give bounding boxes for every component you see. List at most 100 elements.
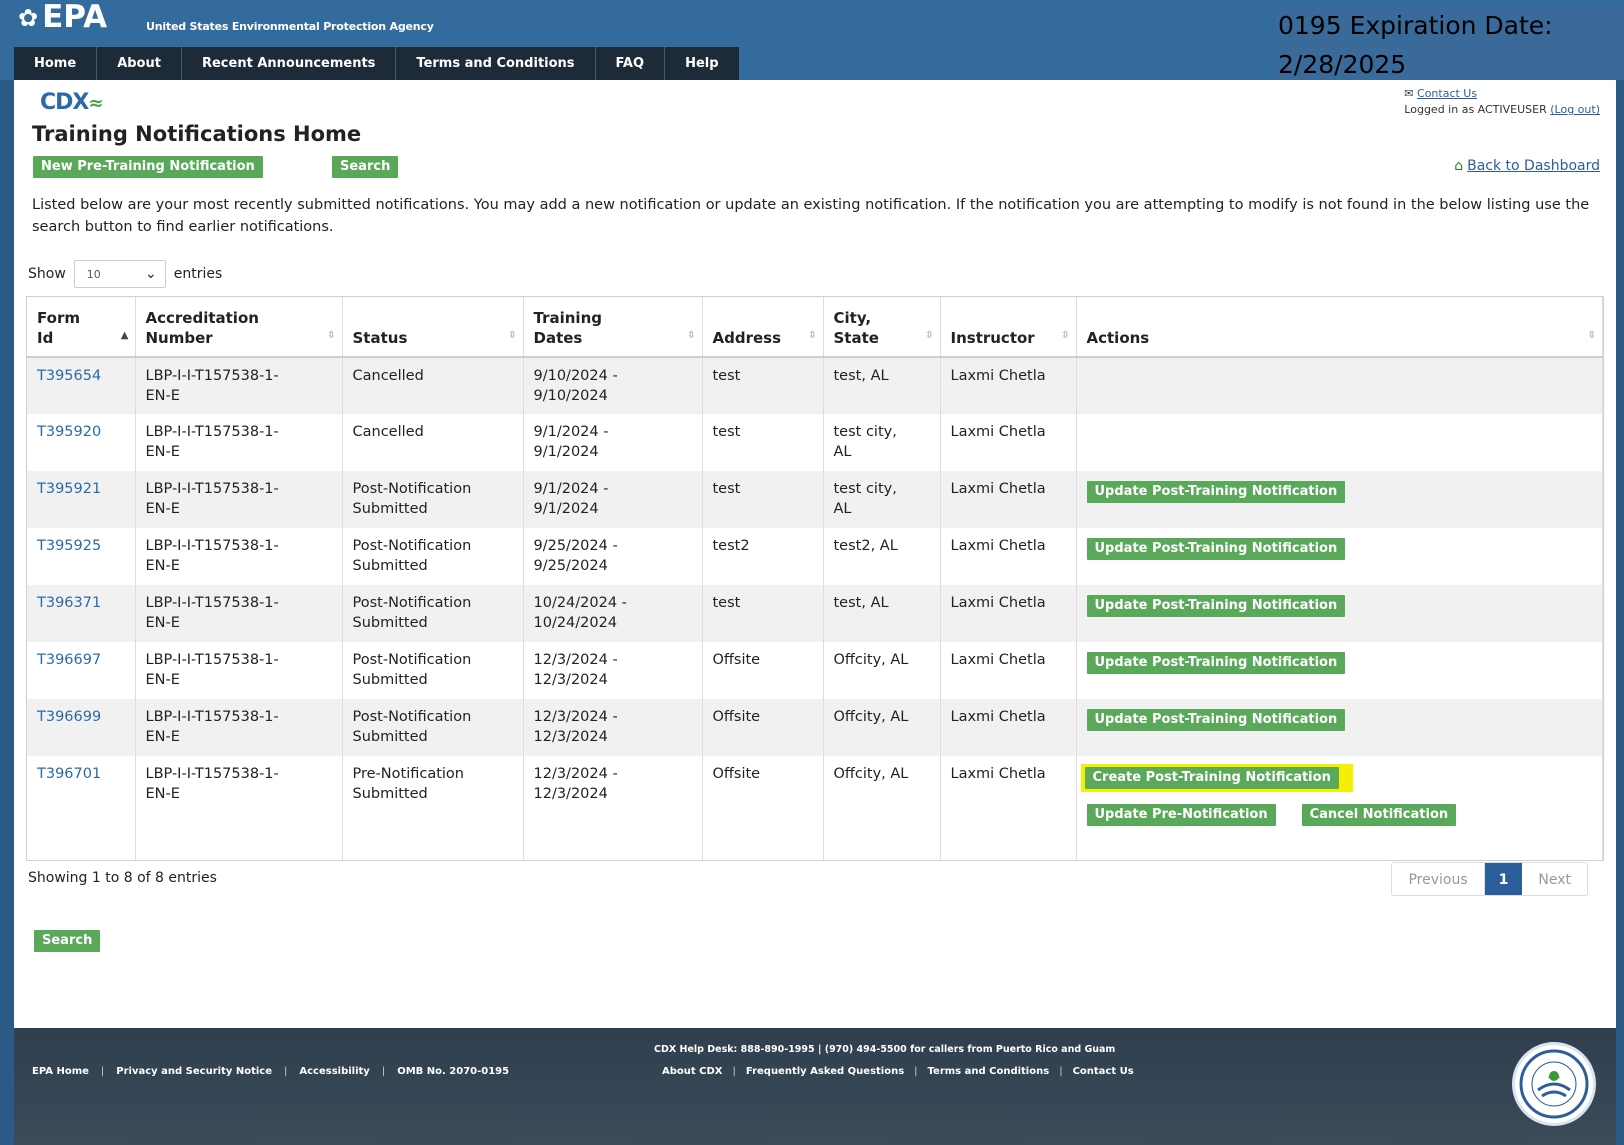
col-city-line2: State <box>833 329 879 347</box>
logout-link[interactable]: (Log out) <box>1550 103 1600 116</box>
col-actions[interactable]: Actions ⇳ <box>1076 297 1603 358</box>
footer-link-faq[interactable]: Frequently Asked Questions <box>746 1066 904 1077</box>
date-end: 12/3/2024 <box>533 786 608 802</box>
omb-expiration-overlay: 0195 Expiration Date: 2/28/2025 <box>1276 6 1624 80</box>
separator: | <box>381 1066 386 1077</box>
table-row: T395654 LBP-I-I-T157538-1- EN-E Cancelled… <box>27 357 1603 414</box>
separator: | <box>100 1066 105 1077</box>
city-state-line2: AL <box>833 501 852 517</box>
showing-entries-text: Showing 1 to 8 of 8 entries <box>28 870 217 886</box>
create-post-training-notification-button[interactable]: Create Post-Training Notification <box>1084 767 1339 789</box>
col-form-id-line2: Id <box>37 329 54 347</box>
city-state-text: test, AL <box>833 595 889 611</box>
back-to-dashboard-label: Back to Dashboard <box>1467 158 1600 174</box>
next-page-button[interactable]: Next <box>1522 863 1587 895</box>
highlight-marker: Create Post-Training Notification <box>1080 764 1353 792</box>
help-desk-text: CDX Help Desk: 888-890-1995 | (970) 494-… <box>654 1044 1116 1055</box>
form-id-link[interactable]: T396697 <box>37 652 101 668</box>
nav-recent-announcements[interactable]: Recent Announcements <box>182 47 397 80</box>
epa-seal-icon <box>1512 1042 1596 1126</box>
entries-label: entries <box>173 266 223 282</box>
footer-link-accessibility[interactable]: Accessibility <box>299 1066 369 1077</box>
footer-link-terms[interactable]: Terms and Conditions <box>928 1066 1050 1077</box>
nav-faq[interactable]: FAQ <box>596 47 666 80</box>
footer-link-epa-home[interactable]: EPA Home <box>32 1066 89 1077</box>
accreditation-line2: EN-E <box>145 558 180 574</box>
col-form-id[interactable]: Form Id ▲ <box>27 297 136 358</box>
show-label: Show <box>28 266 66 282</box>
accreditation-line2: EN-E <box>145 501 180 517</box>
footer-link-privacy[interactable]: Privacy and Security Notice <box>116 1066 272 1077</box>
address-text: test <box>712 424 741 440</box>
form-id-link[interactable]: T396701 <box>37 766 101 782</box>
main-content: CDX≈ ✉ Contact Us Logged in as ACTIVEUSE… <box>14 80 1616 1028</box>
col-form-id-line1: Form <box>37 309 80 327</box>
search-button-bottom[interactable]: Search <box>34 930 101 952</box>
epa-logo-text: EPA <box>42 0 108 35</box>
form-id-link[interactable]: T396371 <box>37 595 101 611</box>
col-instructor[interactable]: Instructor ⇳ <box>940 297 1077 358</box>
col-city-state[interactable]: City, State ⇳ <box>823 297 941 358</box>
instructor-text: Laxmi Chetla <box>950 766 1046 782</box>
city-state-text: Offcity, AL <box>833 652 909 668</box>
right-border <box>1616 0 1624 1145</box>
col-accreditation-number[interactable]: Accreditation Number ⇳ <box>135 297 343 358</box>
form-id-link[interactable]: T395654 <box>37 368 101 384</box>
form-id-link[interactable]: T395920 <box>37 424 101 440</box>
table-header-row: Form Id ▲ Accreditation Number ⇳ Status ⇳ Tra… <box>27 297 1603 358</box>
update-post-training-notification-button[interactable]: Update Post-Training Notification <box>1086 709 1346 731</box>
nav-terms[interactable]: Terms and Conditions <box>396 47 596 80</box>
footer-left-links: EPA Home | Privacy and Security Notice | A… <box>32 1066 509 1077</box>
city-state-text: test2, AL <box>833 538 898 554</box>
footer-link-contact[interactable]: Contact Us <box>1073 1066 1134 1077</box>
col-training-dates[interactable]: Training Dates ⇳ <box>523 297 703 358</box>
nav-about[interactable]: About <box>97 47 182 80</box>
date-end: 9/1/2024 <box>533 501 599 517</box>
nav-home[interactable]: Home <box>14 47 98 80</box>
status-line2: Submitted <box>352 672 428 688</box>
accreditation-line1: LBP-I-I-T157538-1- <box>145 481 279 497</box>
cdx-logo[interactable]: CDX≈ <box>40 90 103 115</box>
top-navigation: Home About Recent Announcements Terms an… <box>14 47 739 80</box>
accreditation-line2: EN-E <box>145 729 180 745</box>
form-id-link[interactable]: T396699 <box>37 709 101 725</box>
cancel-notification-button[interactable]: Cancel Notification <box>1301 804 1457 826</box>
new-pre-training-notification-button[interactable]: New Pre-Training Notification <box>33 156 263 178</box>
form-id-link[interactable]: T395925 <box>37 538 101 554</box>
accreditation-line1: LBP-I-I-T157538-1- <box>145 538 279 554</box>
update-post-training-notification-button[interactable]: Update Post-Training Notification <box>1086 595 1346 617</box>
chevron-down-icon: ⌄ <box>145 266 157 282</box>
col-address[interactable]: Address ⇳ <box>702 297 824 358</box>
pagination: Previous 1 Next <box>1391 862 1588 896</box>
search-button-top[interactable]: Search <box>332 156 399 178</box>
site-footer: CDX Help Desk: 888-890-1995 | (970) 494-… <box>14 1028 1616 1145</box>
update-post-training-notification-button[interactable]: Update Post-Training Notification <box>1086 652 1346 674</box>
col-status[interactable]: Status ⇳ <box>342 297 524 358</box>
update-post-training-notification-button[interactable]: Update Post-Training Notification <box>1086 481 1346 503</box>
form-id-link[interactable]: T395921 <box>37 481 101 497</box>
update-pre-notification-button[interactable]: Update Pre-Notification <box>1086 804 1276 826</box>
status-line2: Submitted <box>352 615 428 631</box>
page-size-select[interactable]: 10 ⌄ <box>73 260 166 288</box>
city-state-text: test, AL <box>833 368 889 384</box>
sort-asc-icon: ▲ <box>120 330 129 341</box>
col-dates-line1: Training <box>533 309 602 327</box>
table-row: T396701 LBP-I-I-T157538-1- EN-E Pre-Notif… <box>27 756 1603 860</box>
page-1-button[interactable]: 1 <box>1484 863 1523 895</box>
status-text: Cancelled <box>352 424 424 440</box>
back-to-dashboard-link[interactable]: ⌂ Back to Dashboard <box>1454 158 1600 174</box>
footer-center-links: About CDX | Frequently Asked Questions | T… <box>662 1066 1134 1077</box>
envelope-icon: ✉ <box>1404 87 1414 100</box>
home-icon: ⌂ <box>1454 158 1464 174</box>
footer-link-about-cdx[interactable]: About CDX <box>662 1066 723 1077</box>
nav-help[interactable]: Help <box>665 47 738 80</box>
status-line2: Submitted <box>352 558 428 574</box>
separator: | <box>1059 1066 1063 1077</box>
status-line2: Submitted <box>352 729 428 745</box>
instructor-text: Laxmi Chetla <box>950 481 1046 497</box>
screenshot-frame: ✿ EPA United States Environmental Protec… <box>0 0 1624 1145</box>
update-post-training-notification-button[interactable]: Update Post-Training Notification <box>1086 538 1346 560</box>
previous-page-button[interactable]: Previous <box>1392 863 1485 895</box>
epa-logo[interactable]: ✿ EPA <box>18 2 107 33</box>
contact-us-link[interactable]: Contact Us <box>1417 87 1477 100</box>
